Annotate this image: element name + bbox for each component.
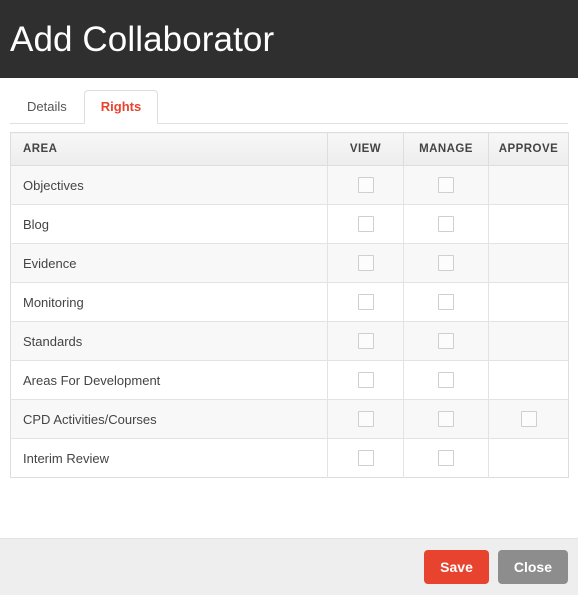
area-label: Areas For Development — [10, 360, 328, 400]
view-cell — [327, 360, 404, 400]
rights-table-container: AREA VIEW MANAGE APPROVE Objectives Blog Evid… — [0, 124, 578, 538]
view-checkbox[interactable] — [357, 450, 374, 467]
view-checkbox[interactable] — [357, 216, 374, 233]
view-cell — [327, 165, 404, 205]
table-body: Objectives Blog Evidence Monitoring Standard… — [10, 165, 569, 478]
manage-checkbox[interactable] — [438, 333, 454, 350]
manage-cell — [403, 399, 489, 439]
manage-cell — [403, 360, 489, 400]
manage-cell — [403, 321, 489, 361]
dialog-footer: Save Close — [0, 538, 578, 595]
tab-details[interactable]: Details — [10, 90, 84, 124]
area-label: Objectives — [10, 165, 328, 205]
manage-checkbox[interactable] — [438, 372, 454, 389]
view-checkbox[interactable] — [357, 177, 374, 194]
column-header-view: VIEW — [327, 132, 404, 166]
table-row: Interim Review — [10, 438, 569, 478]
manage-checkbox[interactable] — [438, 450, 454, 467]
table-header: AREA VIEW MANAGE APPROVE — [10, 132, 569, 166]
approve-cell — [488, 360, 569, 400]
manage-cell — [403, 165, 489, 205]
rights-table: AREA VIEW MANAGE APPROVE Objectives Blog Evid… — [10, 132, 569, 478]
approve-cell — [488, 243, 569, 283]
manage-checkbox[interactable] — [438, 255, 454, 272]
view-checkbox[interactable] — [357, 255, 374, 272]
manage-cell — [403, 243, 489, 283]
view-cell — [327, 399, 404, 439]
manage-checkbox[interactable] — [438, 216, 454, 233]
manage-checkbox[interactable] — [438, 411, 454, 428]
approve-cell — [488, 399, 569, 439]
approve-checkbox[interactable] — [520, 411, 537, 428]
manage-checkbox[interactable] — [438, 294, 454, 311]
table-row: Areas For Development — [10, 360, 569, 400]
table-row: Monitoring — [10, 282, 569, 322]
table-row: Blog — [10, 204, 569, 244]
area-label: CPD Activities/Courses — [10, 399, 328, 439]
area-label: Standards — [10, 321, 328, 361]
area-label: Evidence — [10, 243, 328, 283]
add-collaborator-dialog: Add Collaborator Details Rights AREA VIEW M… — [0, 0, 578, 595]
approve-cell — [488, 321, 569, 361]
view-checkbox[interactable] — [357, 411, 374, 428]
table-row: Standards — [10, 321, 569, 361]
save-button[interactable]: Save — [424, 550, 489, 584]
page-title: Add Collaborator — [10, 19, 275, 59]
tab-rights[interactable]: Rights — [83, 90, 159, 124]
view-cell — [327, 438, 404, 478]
approve-cell — [488, 438, 569, 478]
view-cell — [327, 282, 404, 322]
table-row: CPD Activities/Courses — [10, 399, 569, 439]
dialog-titlebar: Add Collaborator — [0, 0, 578, 78]
area-label: Blog — [10, 204, 328, 244]
manage-cell — [403, 282, 489, 322]
area-label: Monitoring — [10, 282, 328, 322]
table-header-row: AREA VIEW MANAGE APPROVE — [10, 132, 569, 166]
area-label: Interim Review — [10, 438, 328, 478]
manage-checkbox[interactable] — [438, 177, 454, 194]
manage-cell — [403, 204, 489, 244]
view-cell — [327, 204, 404, 244]
view-checkbox[interactable] — [357, 372, 374, 389]
column-header-area: AREA — [10, 132, 328, 166]
close-button[interactable]: Close — [497, 550, 568, 584]
table-row: Evidence — [10, 243, 569, 283]
approve-cell — [488, 165, 569, 205]
column-header-approve: APPROVE — [488, 132, 569, 166]
view-cell — [327, 321, 404, 361]
view-cell — [327, 243, 404, 283]
column-header-manage: MANAGE — [403, 132, 489, 166]
view-checkbox[interactable] — [357, 333, 374, 350]
view-checkbox[interactable] — [357, 294, 374, 311]
approve-cell — [488, 204, 569, 244]
table-row: Objectives — [10, 165, 569, 205]
manage-cell — [403, 438, 489, 478]
tab-bar: Details Rights — [0, 78, 578, 124]
approve-cell — [488, 282, 569, 322]
